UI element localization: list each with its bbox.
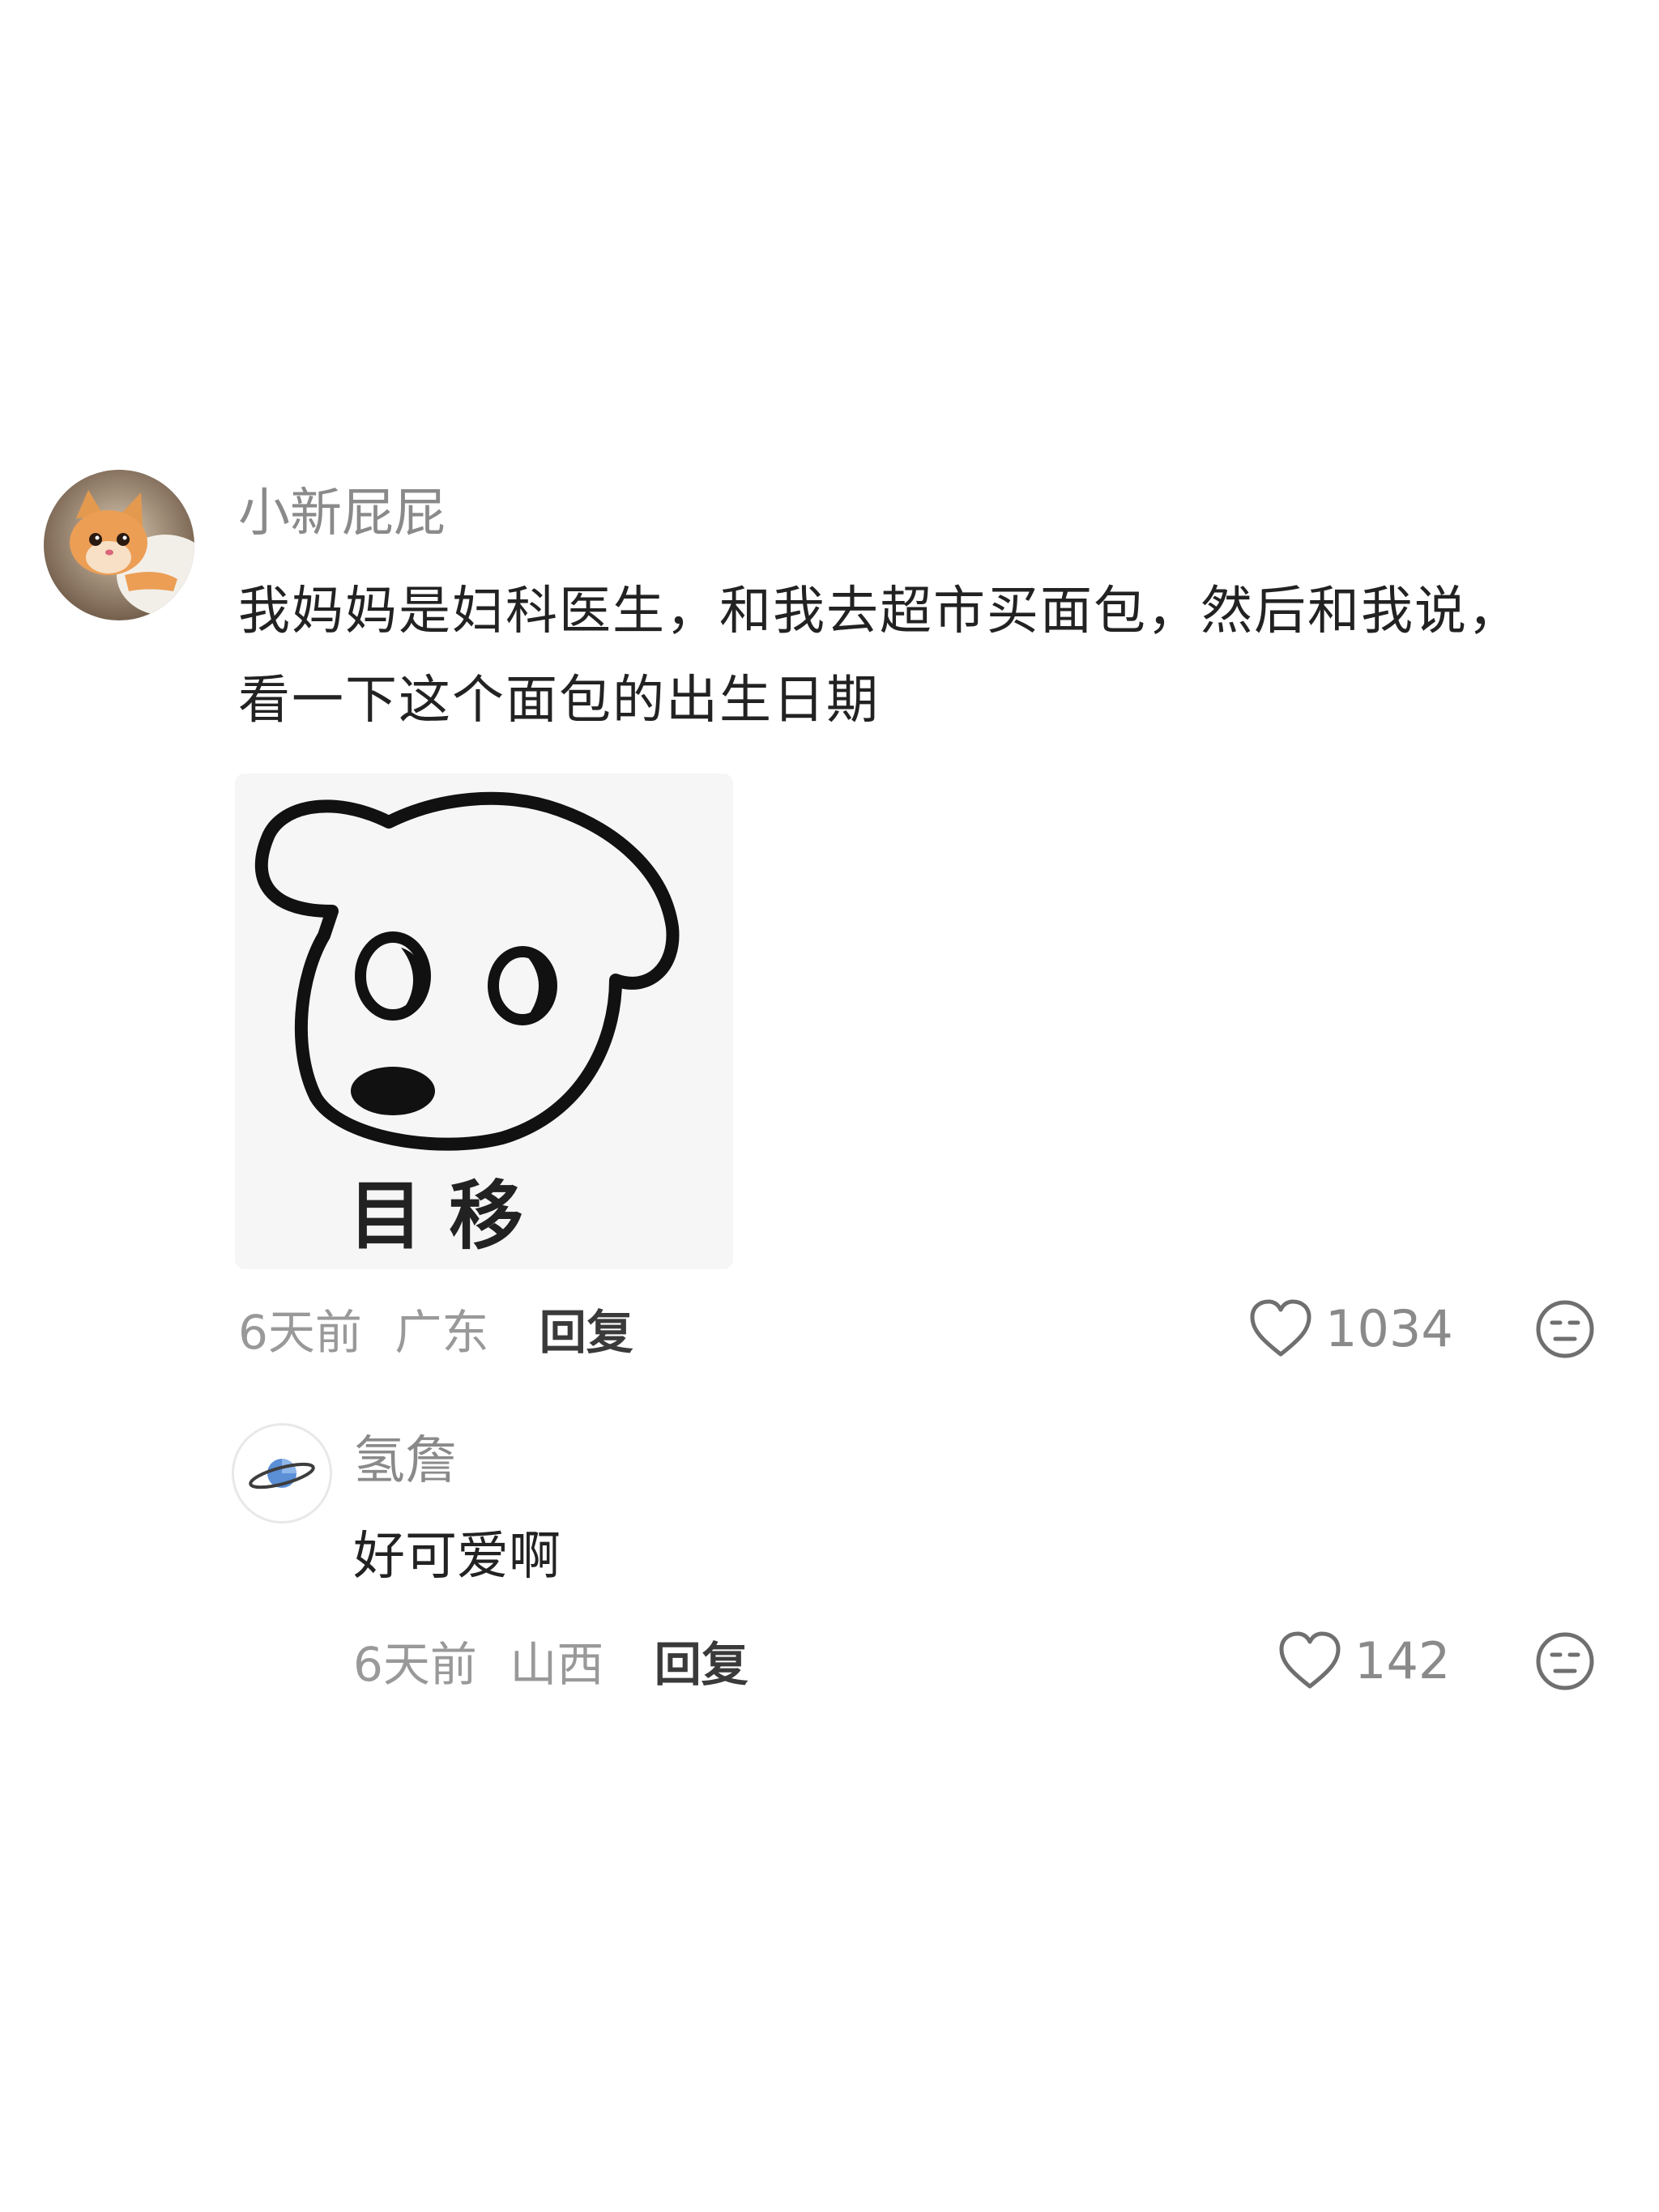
emoji-reaction-button[interactable]: [1534, 1630, 1596, 1692]
like-button[interactable]: 142: [1277, 1630, 1450, 1691]
comment-location: 山西: [510, 1637, 604, 1692]
comment-text: 我妈妈是妇科医生，和我去超市买面包，然后和我说， 看一下这个面包的出生日期: [238, 567, 1615, 745]
comment-meta: 6天前 广东 回复: [238, 1304, 633, 1361]
meh-face-icon: [1536, 1632, 1594, 1690]
emoji-reaction-button[interactable]: [1534, 1298, 1596, 1360]
reply-button[interactable]: 回复: [539, 1304, 633, 1361]
comment-text: 好可爱啊: [353, 1527, 561, 1587]
like-count: 142: [1354, 1630, 1451, 1690]
planet-avatar-icon: [249, 1459, 315, 1490]
reply-button[interactable]: 回复: [655, 1636, 748, 1693]
sticker-image[interactable]: 目 移: [235, 774, 733, 1269]
username[interactable]: 氢詹: [353, 1430, 457, 1492]
cat-avatar-icon: [44, 470, 194, 620]
comment-meta: 6天前 山西 回复: [353, 1636, 748, 1693]
like-button[interactable]: 1034: [1247, 1298, 1453, 1359]
sticker-caption: 目 移: [348, 1173, 523, 1259]
meh-face-icon: [1536, 1300, 1594, 1358]
comment-time: 6天前: [238, 1305, 362, 1360]
heart-icon: [1250, 1299, 1311, 1357]
heart-icon: [1279, 1631, 1341, 1689]
comment-text-line: 我妈妈是妇科医生，和我去超市买面包，然后和我说，: [238, 582, 1521, 641]
user-avatar[interactable]: [232, 1423, 332, 1524]
comment-text-line: 看一下这个面包的出生日期: [238, 671, 880, 731]
user-avatar[interactable]: [44, 470, 194, 620]
comment-time: 6天前: [353, 1637, 477, 1692]
comment-location: 广东: [394, 1305, 489, 1360]
username[interactable]: 小新屁屁: [238, 483, 446, 544]
like-count: 1034: [1325, 1298, 1453, 1358]
dog-meme-sticker: 目 移: [235, 774, 733, 1269]
